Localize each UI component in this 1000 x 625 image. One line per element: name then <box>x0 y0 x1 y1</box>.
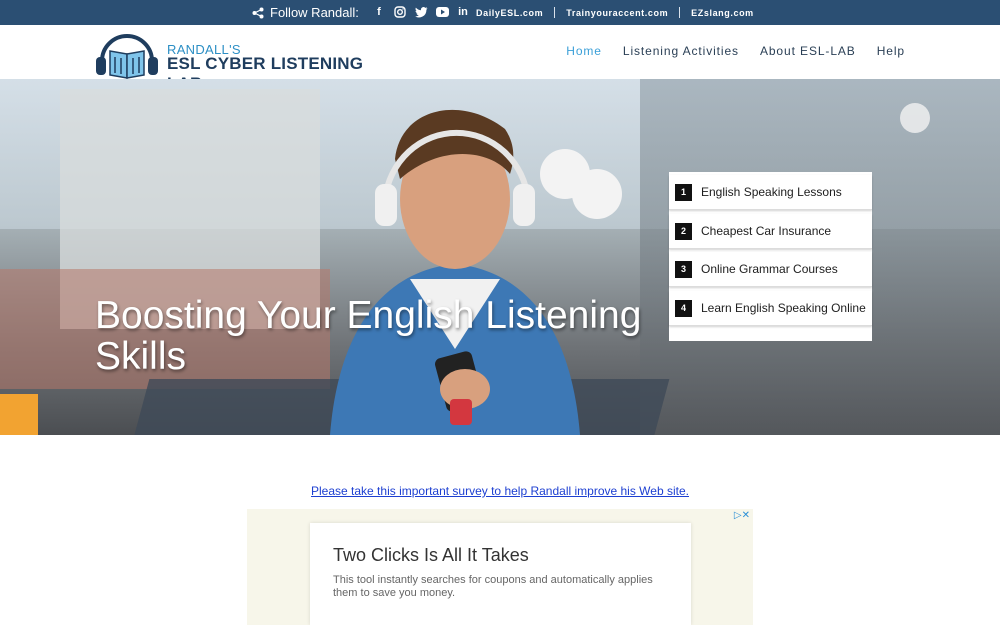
site-header: RANDALL'S ESL CYBER LISTENING LAB Home L… <box>0 25 1000 93</box>
linkedin-icon[interactable]: in <box>456 5 470 19</box>
nav-listening-activities[interactable]: Listening Activities <box>623 44 739 58</box>
ad-link-item[interactable]: 2 Cheapest Car Insurance <box>669 214 872 249</box>
hero-lamp <box>900 103 930 133</box>
adchoices-icon[interactable]: ▷✕ <box>734 510 750 521</box>
survey-link[interactable]: Please take this important survey to hel… <box>0 484 1000 498</box>
headphones-book-icon <box>96 34 158 79</box>
main-nav: Home Listening Activities About ESL-LAB … <box>566 44 905 58</box>
ad-item-number: 1 <box>675 183 692 201</box>
instagram-icon[interactable] <box>393 5 407 19</box>
share-icon <box>252 7 264 19</box>
ad-link-item[interactable]: 1 English Speaking Lessons <box>669 175 872 210</box>
follow-randall: Follow Randall: <box>252 5 359 20</box>
divider <box>554 7 556 18</box>
display-ad[interactable]: ▷✕ Two Clicks Is All It Takes This tool … <box>247 509 753 625</box>
link-ezslang[interactable]: EZslang.com <box>691 8 754 18</box>
ad-item-number: 4 <box>675 299 692 317</box>
ad-item-number: 2 <box>675 222 692 240</box>
ad-link-item[interactable]: 3 Online Grammar Courses <box>669 252 872 287</box>
nav-about-esl-lab[interactable]: About ESL-LAB <box>760 44 856 58</box>
ad-card[interactable]: Two Clicks Is All It Takes This tool ins… <box>310 523 691 625</box>
partner-links: DailyESL.com Trainyouraccent.com EZslang… <box>476 7 754 18</box>
nav-help[interactable]: Help <box>877 44 905 58</box>
ad-item-label: Cheapest Car Insurance <box>701 224 832 238</box>
ad-description: This tool instantly searches for coupons… <box>333 574 653 599</box>
divider <box>679 7 681 18</box>
link-trainyouraccent[interactable]: Trainyouraccent.com <box>566 8 668 18</box>
ad-item-label: Online Grammar Courses <box>701 262 838 276</box>
twitter-icon[interactable] <box>414 5 428 19</box>
link-dailyesl[interactable]: DailyESL.com <box>476 8 543 18</box>
follow-label: Follow Randall: <box>270 5 359 20</box>
ad-item-label: Learn English Speaking Online <box>701 301 866 315</box>
hero-person-image <box>330 109 580 435</box>
ad-headline: Two Clicks Is All It Takes <box>333 545 529 565</box>
site-logo[interactable]: RANDALL'S ESL CYBER LISTENING LAB <box>94 25 394 93</box>
ad-link-item[interactable]: 4 Learn English Speaking Online <box>669 291 872 326</box>
facebook-icon[interactable]: f <box>372 5 386 19</box>
hero-juice-glass <box>0 394 38 435</box>
hero-title: Boosting Your English Listening Skills <box>95 294 642 378</box>
social-links: f in <box>372 5 470 19</box>
youtube-icon[interactable] <box>435 5 449 19</box>
top-bar: Follow Randall: f in DailyESL.com Trainy… <box>0 0 1000 25</box>
ad-item-number: 3 <box>675 260 692 278</box>
sponsored-links-ad: ▷✕ 1 English Speaking Lessons 2 Cheapest… <box>669 172 872 341</box>
nav-home[interactable]: Home <box>566 44 602 58</box>
ad-item-label: English Speaking Lessons <box>701 185 842 199</box>
